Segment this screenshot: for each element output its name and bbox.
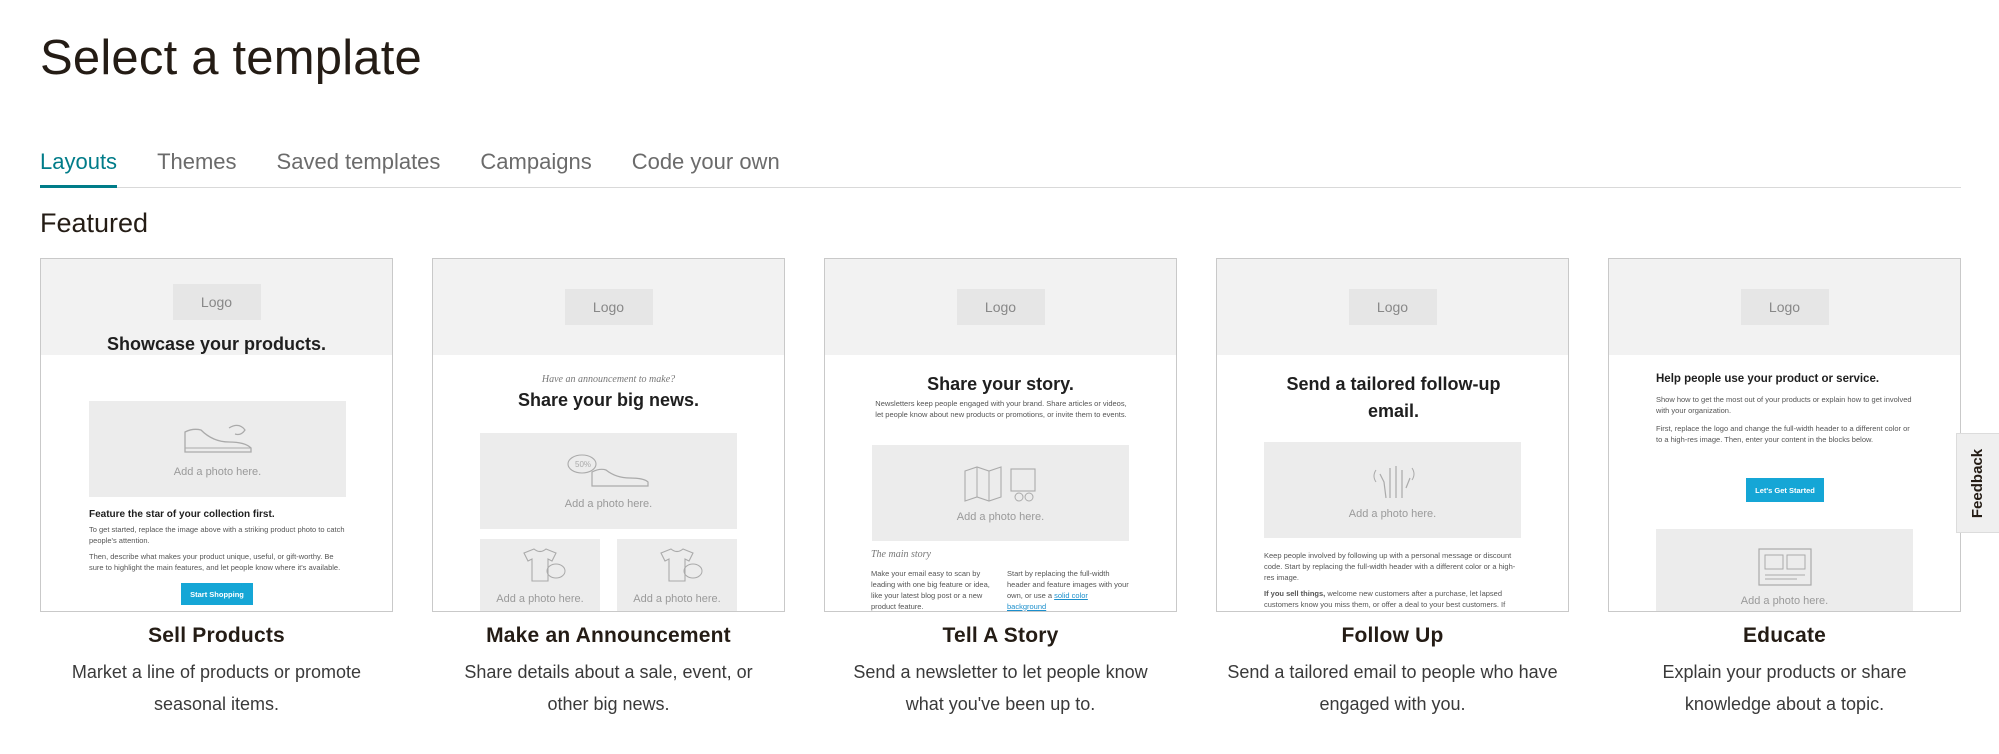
preview-intro: Newsletters keep people engaged with you… (875, 399, 1127, 419)
tab-campaigns[interactable]: Campaigns (480, 145, 591, 186)
preview-logo: Logo (1348, 289, 1437, 325)
photo-label: Add a photo here. (956, 511, 1045, 523)
card-description: Send a tailored email to people who have… (1227, 662, 1558, 714)
preview-paragraph: Keep people involved by following up wit… (1264, 551, 1516, 582)
preview-subhead: Feature the star of your collection firs… (89, 509, 275, 520)
preview-headline: Send a tailored follow-up email. (1286, 374, 1501, 421)
card-description: Send a newsletter to let people know wha… (853, 662, 1148, 714)
preview-logo: Logo (564, 289, 653, 325)
preview-photo: Add a photo here. (617, 539, 737, 611)
featured-templates: Logo Showcase your products. Add a photo… (40, 258, 1961, 728)
template-card-educate[interactable]: Logo Help people use your product or ser… (1608, 258, 1961, 728)
preview-photo: Add a photo here. (89, 401, 346, 497)
card-description: Explain your products or share knowledge… (1662, 662, 1907, 714)
card-title: Educate (1742, 624, 1827, 647)
template-card-sell-products[interactable]: Logo Showcase your products. Add a photo… (40, 258, 393, 728)
preview-cta-button: Start Shopping (181, 583, 253, 605)
preview-cta-button: Let's Get Started (1746, 478, 1824, 502)
preview-logo: Logo (956, 289, 1045, 325)
template-preview[interactable]: Logo Showcase your products. Add a photo… (40, 258, 393, 612)
template-card-tell-a-story[interactable]: Logo Share your story. Newsletters keep … (824, 258, 1177, 728)
preview-logo: Logo (1740, 289, 1829, 325)
shoe-icon (183, 424, 252, 453)
preview-column: Start by replacing the full-width header… (1007, 569, 1129, 611)
tab-saved-templates[interactable]: Saved templates (277, 145, 441, 186)
preview-headline: Showcase your products. (106, 334, 327, 354)
preview-photo: 50% Add a photo here. (480, 433, 737, 529)
card-description: Market a line of products or promote sea… (71, 662, 362, 714)
feedback-label: Feedback (1969, 448, 1987, 518)
photo-label: Add a photo here. (633, 593, 721, 605)
card-title: Sell Products (148, 624, 285, 647)
tab-code-your-own[interactable]: Code your own (632, 145, 780, 186)
preview-paragraph: First, replace the logo and change the f… (1656, 424, 1910, 444)
photo-label: Add a photo here. (1740, 595, 1829, 607)
template-preview[interactable]: Logo Help people use your product or ser… (1608, 258, 1961, 612)
template-card-make-an-announcement[interactable]: Logo Have an announcement to make? Share… (432, 258, 785, 728)
preview-photo: Add a photo here. (872, 445, 1129, 541)
shirt-sale-icon (523, 548, 566, 582)
tab-themes[interactable]: Themes (157, 145, 236, 186)
shirt-sale-icon (660, 548, 703, 582)
preview-photo: Add a photo here. (1656, 529, 1913, 611)
map-icon (963, 466, 1036, 502)
preview-kicker: Have an announcement to make? (541, 374, 676, 385)
sale-badge-text: 50% (575, 460, 591, 469)
photo-label: Add a photo here. (173, 466, 262, 478)
template-preview[interactable]: Logo Have an announcement to make? Share… (432, 258, 785, 612)
layout-icon (1757, 548, 1812, 586)
preview-paragraph: Show how to get the most out of your pro… (1656, 395, 1912, 415)
preview-paragraph-lead: If you sell things, (1264, 589, 1326, 598)
hand-wave-icon (1373, 466, 1414, 499)
photo-label: Add a photo here. (1348, 508, 1437, 520)
preview-headline: Help people use your product or service. (1656, 373, 1880, 385)
template-preview[interactable]: Logo Share your story. Newsletters keep … (824, 258, 1177, 612)
preview-paragraph: If you sell things, welcome new customer… (1264, 589, 1522, 611)
preview-headline: Share your story. (927, 374, 1074, 394)
card-title: Tell A Story (942, 624, 1059, 647)
preview-logo: Logo (172, 284, 261, 320)
template-card-follow-up[interactable]: Logo Send a tailored follow-up email. Ad… (1216, 258, 1569, 728)
shoe-sale-icon: 50% (566, 454, 649, 487)
preview-photo: Add a photo here. (480, 539, 600, 611)
preview-photo: Add a photo here. (1264, 442, 1521, 538)
template-preview[interactable]: Logo Send a tailored follow-up email. Ad… (1216, 258, 1569, 612)
template-tabs: Layouts Themes Saved templates Campaigns… (40, 145, 1961, 188)
preview-headline: Share your big news. (517, 390, 700, 410)
photo-label: Add a photo here. (496, 593, 584, 605)
section-title-featured: Featured (40, 208, 149, 238)
tab-layouts[interactable]: Layouts (40, 145, 118, 188)
feedback-tab[interactable]: Feedback (1956, 433, 1999, 533)
preview-paragraph: Then, describe what makes your product u… (89, 552, 341, 572)
card-title: Make an Announcement (486, 624, 731, 647)
preview-paragraph: To get started, replace the image above … (89, 525, 345, 545)
photo-label: Add a photo here. (564, 498, 653, 510)
card-title: Follow Up (1341, 624, 1444, 647)
page-title: Select a template (40, 31, 423, 85)
preview-kicker: The main story (871, 549, 931, 560)
preview-column: Make your email easy to scan by leading … (871, 569, 990, 611)
card-description: Share details about a sale, event, or ot… (464, 662, 753, 714)
